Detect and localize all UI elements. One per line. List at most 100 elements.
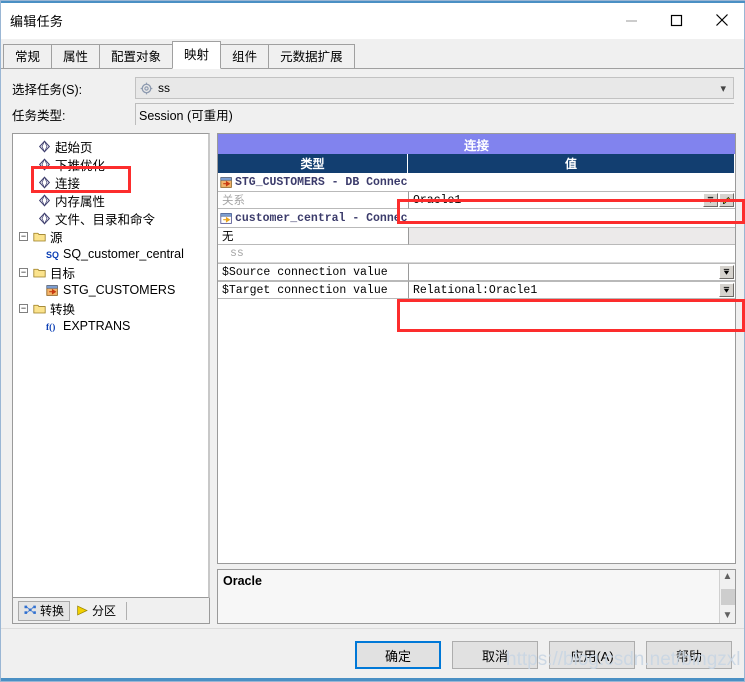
tree-node-label: EXPTRANS — [63, 319, 131, 333]
value-dropdown-button[interactable] — [719, 283, 734, 297]
gem-icon — [37, 157, 52, 171]
footer-button-3[interactable]: 帮助 — [646, 641, 732, 669]
grid-row-0[interactable]: STG_CUSTOMERS - DB Connection — [218, 173, 735, 191]
task-form: 选择任务(S): ss ▾ 任务类型: Session (可重用) — [1, 69, 744, 127]
tab-1[interactable]: 属性 — [51, 44, 101, 69]
minimize-button[interactable] — [609, 1, 654, 39]
grid-cell-value-text: Oracle1 — [413, 193, 462, 207]
description-box: Oracle ▲ ▼ — [217, 569, 736, 624]
tab-4[interactable]: 组件 — [220, 44, 270, 69]
tree-node-label: 转换 — [50, 302, 76, 317]
value-dropdown-button[interactable] — [719, 265, 734, 279]
tree-node-4[interactable]: 文件、目录和命令 — [13, 209, 208, 227]
grid-cell-value[interactable] — [408, 173, 735, 191]
gear-icon — [140, 82, 153, 95]
grid-cell-type-text: ss — [230, 247, 244, 260]
grid-cell-type: STG_CUSTOMERS - DB Connection — [218, 173, 408, 191]
grid-cell-type: 无 — [218, 227, 408, 245]
tree-node-8[interactable]: STG_CUSTOMERS — [13, 281, 208, 299]
grid-cell-value[interactable] — [408, 245, 735, 263]
scrollbar-thumb[interactable] — [720, 588, 735, 605]
gem-icon — [37, 211, 52, 225]
folder-icon — [32, 266, 47, 279]
folder-icon — [32, 302, 47, 315]
tree-node-2[interactable]: 连接 — [13, 173, 208, 191]
grid-row-5[interactable]: $Source connection value — [218, 263, 735, 281]
description-scrollbar[interactable]: ▲ ▼ — [719, 570, 735, 623]
tree-node-label: STG_CUSTOMERS — [63, 283, 176, 297]
tree-expander-icon[interactable]: − — [19, 267, 28, 277]
grid-cell-type-text: 无 — [222, 231, 234, 244]
tree-expander-icon[interactable]: − — [19, 303, 28, 313]
partitions-icon — [76, 604, 89, 617]
select-task-combo[interactable]: ss ▾ — [135, 77, 734, 99]
tree-node-10[interactable]: f() EXPTRANS — [13, 317, 208, 335]
tab-2[interactable]: 配置对象 — [99, 44, 174, 69]
footer-button-1[interactable]: 取消 — [452, 641, 538, 669]
close-button[interactable] — [699, 1, 744, 39]
grid-cell-type: $Source connection value — [218, 263, 408, 281]
grid-cell-type-text: 关系 — [222, 195, 245, 208]
select-task-value: ss — [158, 81, 170, 95]
grid-cell-value[interactable]: Oracle1 — [408, 191, 735, 209]
function-icon: f() — [45, 320, 60, 333]
tab-3[interactable]: 映射 — [172, 41, 222, 69]
tree-node-label: 下推优化 — [55, 158, 106, 173]
tree-tab-label: 转换 — [40, 604, 65, 618]
tab-5[interactable]: 元数据扩展 — [268, 44, 355, 69]
tree-node-label: 源 — [50, 230, 63, 245]
grid-cell-type-text: $Target connection value — [222, 283, 388, 297]
grid-cell-value[interactable] — [408, 227, 735, 245]
source-icon — [220, 212, 233, 225]
tree-bottom-tabs: 转换 分区 — [12, 598, 210, 624]
tree-node-7[interactable]: − 目标 — [13, 263, 208, 281]
grid-cell-value[interactable]: Relational:Oracle1 — [408, 281, 735, 299]
gem-icon — [37, 139, 52, 153]
grid-cell-value[interactable] — [408, 263, 735, 281]
tree-node-label: 文件、目录和命令 — [55, 212, 156, 227]
tree-node-9[interactable]: − 转换 — [13, 299, 208, 317]
grid-cell-type-text: STG_CUSTOMERS - DB Connection — [235, 175, 408, 189]
grid-row-3[interactable]: 无 — [218, 227, 735, 245]
column-header-type[interactable]: 类型 — [218, 154, 408, 173]
dialog-client-area: 选择任务(S): ss ▾ 任务类型: Session (可重用) 起始页 下推… — [1, 69, 744, 628]
value-dropdown-button[interactable] — [703, 193, 718, 207]
scroll-up-icon[interactable]: ▲ — [723, 572, 733, 582]
scroll-down-icon[interactable]: ▼ — [723, 611, 733, 621]
dialog-footer: 确定 取消 应用(A) 帮助 — [1, 628, 744, 681]
grid-row-2[interactable]: customer_central - Connection — [218, 209, 735, 227]
footer-button-2[interactable]: 应用(A) — [549, 641, 635, 669]
window-title: 编辑任务 — [10, 13, 64, 29]
task-type-label: 任务类型: — [12, 108, 66, 123]
chevron-down-icon: ▾ — [720, 82, 726, 95]
edit-task-dialog: 编辑任务 常规 属性 配置对象 映射 组件 元数据扩展 选择任务(S): ss … — [0, 0, 745, 682]
value-edit-button[interactable] — [719, 193, 734, 207]
tree-expander-icon[interactable]: − — [19, 231, 28, 241]
column-header-value[interactable]: 值 — [408, 154, 735, 173]
grid-row-1[interactable]: 关系 Oracle1 — [218, 191, 735, 209]
tree-node-0[interactable]: 起始页 — [13, 137, 208, 155]
sq-icon: SQ — [45, 248, 60, 261]
title-bar: 编辑任务 — [1, 1, 745, 39]
task-tree[interactable]: 起始页 下推优化 连接 内存属性 文件、目录和命令 − 源 SQ SQ_customer_cen… — [12, 133, 210, 598]
select-task-row: 选择任务(S): ss ▾ — [1, 75, 744, 101]
maximize-button[interactable] — [654, 1, 699, 39]
footer-button-0[interactable]: 确定 — [355, 641, 441, 669]
target-icon — [220, 176, 233, 189]
tree-node-3[interactable]: 内存属性 — [13, 191, 208, 209]
tab-0[interactable]: 常规 — [3, 44, 53, 69]
tree-node-1[interactable]: 下推优化 — [13, 155, 208, 173]
grid-title: 连接 — [218, 134, 735, 154]
tree-node-6[interactable]: SQ SQ_customer_central — [13, 245, 208, 263]
tree-tab-0[interactable]: 转换 — [18, 600, 71, 621]
transformations-icon — [24, 604, 37, 617]
grid-cell-value[interactable] — [408, 209, 735, 227]
tree-tab-1[interactable]: 分区 — [70, 601, 122, 621]
folder-icon — [32, 230, 47, 243]
tree-node-5[interactable]: − 源 — [13, 227, 208, 245]
grid-row-4[interactable]: ss — [218, 245, 735, 263]
gem-icon — [37, 193, 52, 207]
grid-row-6[interactable]: $Target connection value Relational:Oracl… — [218, 281, 735, 299]
tree-tabs-divider — [126, 601, 128, 620]
connections-panel: 连接 类型 值 STG_CUSTOMERS - DB Connection 关系 O… — [217, 133, 736, 624]
